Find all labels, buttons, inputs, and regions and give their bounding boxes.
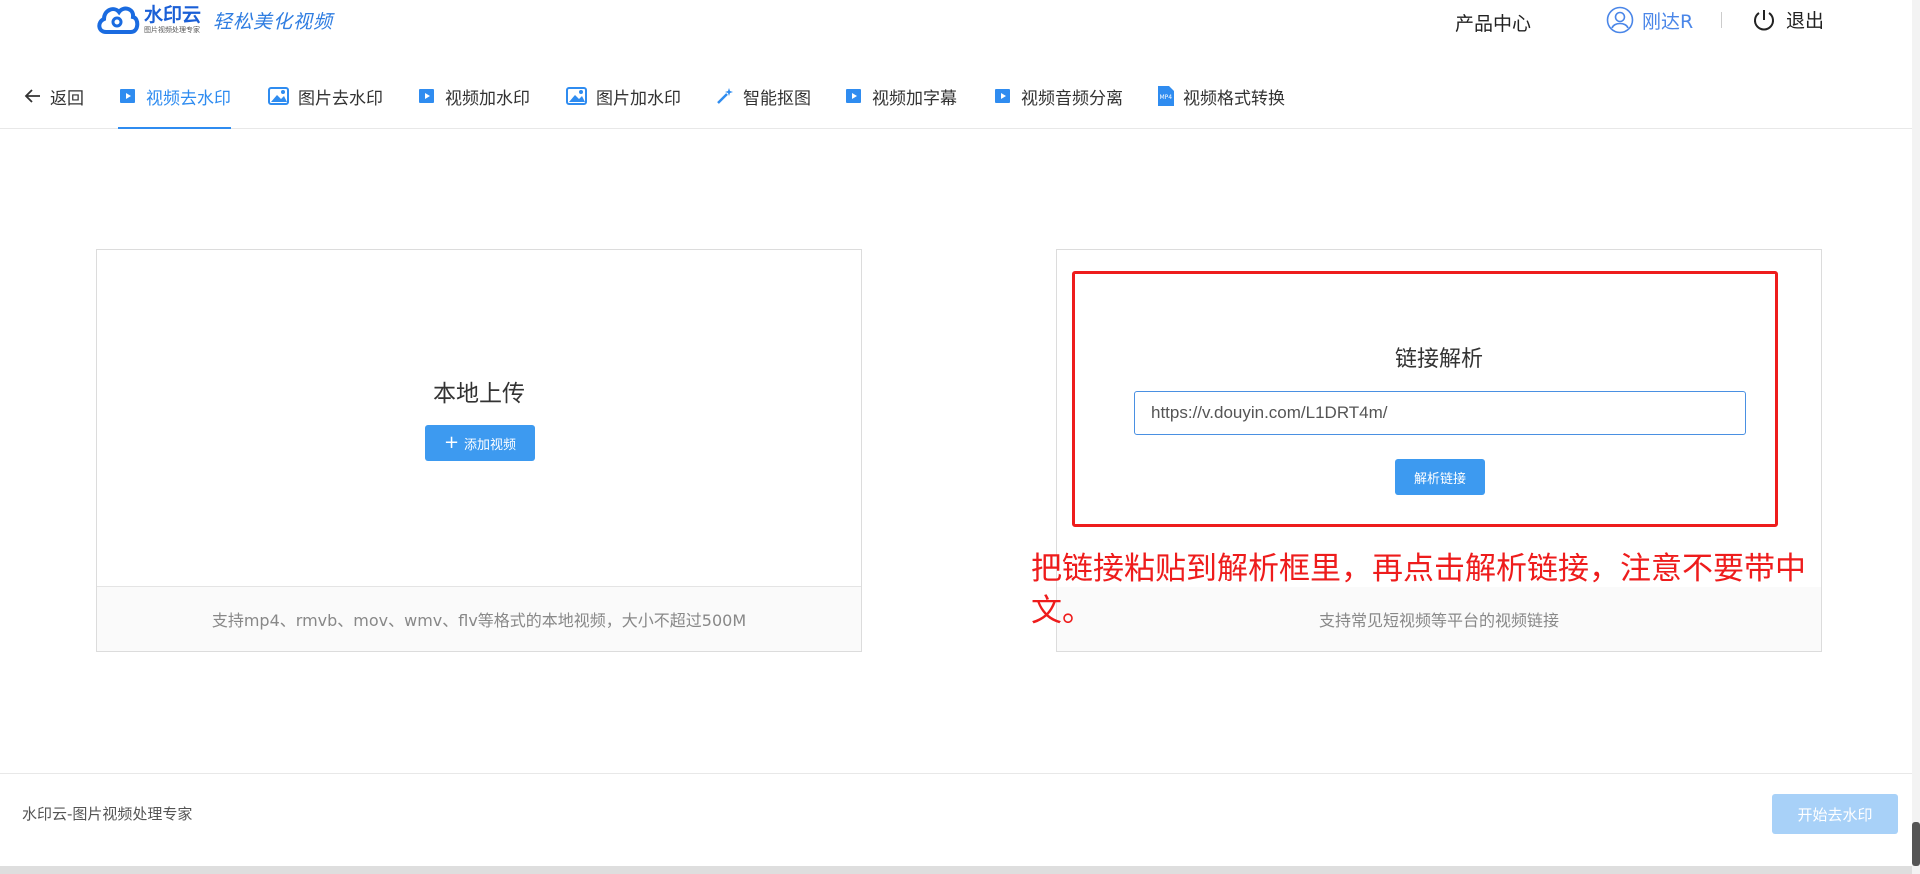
image-icon bbox=[268, 86, 290, 106]
cloud-logo-icon bbox=[96, 2, 140, 38]
tab-video-watermark-removal[interactable]: 视频去水印 bbox=[118, 64, 231, 129]
tab-label: 图片加水印 bbox=[596, 88, 681, 109]
add-video-label: 添加视频 bbox=[464, 437, 517, 453]
logo-name: 水印云 bbox=[144, 4, 202, 26]
tab-video-audio-separation[interactable]: 视频音频分离 bbox=[993, 64, 1123, 128]
mp4-file-icon: MP4 bbox=[1157, 85, 1175, 107]
video-icon bbox=[417, 86, 437, 106]
vertical-scrollbar-thumb[interactable] bbox=[1912, 822, 1920, 866]
logo-slogan: 轻松美化视频 bbox=[213, 10, 334, 33]
tab-label: 视频格式转换 bbox=[1183, 88, 1285, 109]
footer-bar: 水印云-图片视频处理专家 开始去水印 bbox=[0, 773, 1912, 874]
tab-label: 视频音频分离 bbox=[1021, 88, 1123, 109]
back-button[interactable]: 返回 bbox=[24, 64, 84, 128]
svg-text:MP4: MP4 bbox=[1160, 94, 1173, 101]
tab-image-watermark-removal[interactable]: 图片去水印 bbox=[268, 64, 383, 128]
parse-link-button[interactable]: 解析链接 bbox=[1395, 459, 1485, 495]
local-upload-card: 本地上传 + 添加视频 支持mp4、rmvb、mov、wmv、flv等格式的本地… bbox=[96, 249, 862, 652]
image-icon bbox=[566, 86, 588, 106]
local-upload-title: 本地上传 bbox=[433, 381, 525, 407]
tab-label: 图片去水印 bbox=[298, 88, 383, 109]
video-icon bbox=[993, 86, 1013, 106]
footer-brand: 水印云-图片视频处理专家 bbox=[22, 805, 193, 823]
logo-subtitle: 图片视频处理专家 bbox=[144, 26, 200, 34]
back-label: 返回 bbox=[50, 88, 84, 109]
user-avatar-icon bbox=[1606, 6, 1634, 34]
arrow-left-icon bbox=[24, 87, 42, 105]
tab-label: 智能抠图 bbox=[743, 88, 811, 109]
horizontal-scrollbar[interactable] bbox=[0, 866, 1912, 874]
tab-smart-cutout[interactable]: 智能抠图 bbox=[715, 64, 811, 128]
username: 刚达R bbox=[1642, 10, 1694, 33]
red-annotation-text: 把链接粘贴到解析框里，再点击解析链接，注意不要带中文。 bbox=[1031, 551, 1806, 629]
logo[interactable]: 水印云 图片视频处理专家 轻松美化视频 bbox=[96, 0, 333, 40]
vertical-scrollbar[interactable] bbox=[1912, 0, 1920, 874]
start-removal-button[interactable]: 开始去水印 bbox=[1772, 794, 1898, 834]
power-icon bbox=[1754, 9, 1774, 30]
local-upload-hint: 支持mp4、rmvb、mov、wmv、flv等格式的本地视频，大小不超过500M bbox=[97, 586, 861, 651]
logout-label: 退出 bbox=[1786, 10, 1825, 32]
video-icon bbox=[844, 86, 864, 106]
header-divider bbox=[1721, 12, 1722, 28]
tool-tabs: 返回 视频去水印 图片去水印 视频加水印 图片加水印 智能抠图 视频加字幕 视频… bbox=[0, 64, 1912, 129]
tab-image-add-watermark[interactable]: 图片加水印 bbox=[566, 64, 681, 128]
add-video-button[interactable]: + 添加视频 bbox=[425, 425, 535, 461]
top-header: 水印云 图片视频处理专家 轻松美化视频 产品中心 刚达R 退出 bbox=[0, 0, 1912, 64]
logout-button[interactable]: 退出 bbox=[1752, 6, 1824, 33]
tab-label: 视频去水印 bbox=[146, 88, 231, 109]
video-url-input[interactable] bbox=[1134, 391, 1746, 435]
product-center-link[interactable]: 产品中心 bbox=[1455, 9, 1531, 36]
tab-label: 视频加字幕 bbox=[872, 88, 957, 109]
tab-video-format-conversion[interactable]: MP4 视频格式转换 bbox=[1157, 64, 1285, 128]
link-parse-title: 链接解析 bbox=[1394, 347, 1483, 372]
tab-video-add-watermark[interactable]: 视频加水印 bbox=[417, 64, 530, 128]
magic-wand-icon bbox=[715, 86, 735, 106]
plus-icon: + bbox=[443, 432, 460, 453]
tab-video-subtitles[interactable]: 视频加字幕 bbox=[844, 64, 957, 128]
video-icon bbox=[118, 86, 138, 106]
user-menu[interactable]: 刚达R bbox=[1606, 6, 1693, 34]
tab-label: 视频加水印 bbox=[445, 88, 530, 109]
